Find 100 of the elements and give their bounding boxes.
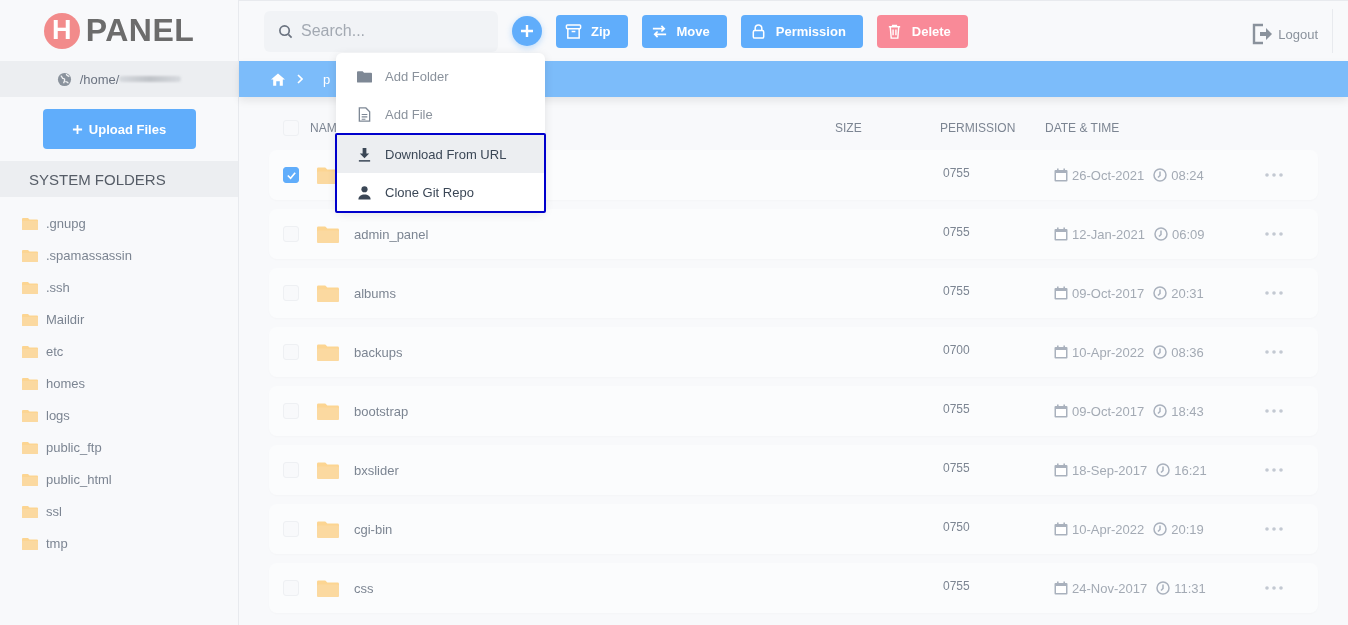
folder-link[interactable]: .gnupg xyxy=(46,215,86,231)
time-text: 16:21 xyxy=(1174,462,1207,478)
clock-icon xyxy=(1156,581,1171,595)
folder-link[interactable]: public_ftp xyxy=(46,439,102,455)
column-header: PERMISSION xyxy=(940,121,1017,135)
zip-button[interactable]: Zip xyxy=(556,14,628,48)
date-text: 26-Oct-2021 xyxy=(1072,167,1145,183)
chevron-icon xyxy=(297,74,303,84)
plus-icon xyxy=(71,123,83,135)
folder-icon xyxy=(22,504,38,518)
column-header: NAM xyxy=(310,121,338,135)
more-icon[interactable] xyxy=(1265,468,1283,472)
folder-icon xyxy=(317,520,339,538)
file-name: backups xyxy=(354,344,403,360)
file-name: bxslider xyxy=(354,462,399,478)
folder-icon xyxy=(317,461,339,479)
upload-files-button[interactable]: Upload Files xyxy=(42,109,196,149)
folder-icon xyxy=(22,248,38,262)
date-text: 18-Sep-2017 xyxy=(1072,462,1148,478)
logo-text: PANEL xyxy=(85,12,195,49)
folder-icon xyxy=(22,344,38,358)
date-text: 10-Apr-2022 xyxy=(1072,344,1145,360)
user-icon xyxy=(357,184,372,200)
permission-text: 0750 xyxy=(943,520,970,534)
more-icon[interactable] xyxy=(1265,173,1283,177)
folder-link[interactable]: .ssh xyxy=(46,279,70,295)
folder-icon xyxy=(317,225,339,243)
calendar-icon xyxy=(1054,286,1068,300)
breadcrumb-link[interactable]: p xyxy=(323,71,331,87)
folder-link[interactable]: tmp xyxy=(46,535,68,551)
logout-button[interactable]: Logout xyxy=(1251,23,1318,45)
more-icon[interactable] xyxy=(1265,291,1283,295)
date-text: 09-Oct-2017 xyxy=(1072,285,1145,301)
permission-text: 0755 xyxy=(943,402,970,416)
folder-link[interactable]: homes xyxy=(46,375,86,391)
menu-item[interactable]: Download From URL xyxy=(337,135,544,173)
date-text: 10-Apr-2022 xyxy=(1072,521,1145,537)
folder-icon xyxy=(22,216,38,230)
folder-link[interactable]: ssl xyxy=(46,503,62,519)
calendar-icon xyxy=(1054,522,1068,536)
add-button[interactable] xyxy=(512,16,542,46)
more-icon[interactable] xyxy=(1265,586,1283,590)
folder-link[interactable]: logs xyxy=(46,407,70,423)
folder-icon xyxy=(317,402,339,420)
folder-icon xyxy=(317,343,339,361)
permission-button[interactable]: Permission xyxy=(740,14,863,48)
menu-item[interactable]: Add Folder xyxy=(336,57,545,95)
logout-icon xyxy=(1251,23,1274,45)
clock-icon xyxy=(1154,227,1168,241)
clock-icon xyxy=(1156,463,1171,477)
archive-icon xyxy=(565,22,582,40)
date-text: 12-Jan-2021 xyxy=(1072,226,1145,242)
calendar-icon xyxy=(1054,168,1068,182)
permission-text: 0755 xyxy=(943,166,970,180)
more-icon[interactable] xyxy=(1265,232,1283,236)
more-icon[interactable] xyxy=(1265,409,1283,413)
clock-icon xyxy=(1153,404,1168,418)
time-text: 08:24 xyxy=(1171,167,1204,183)
calendar-icon xyxy=(1054,227,1068,241)
section-heading: SYSTEM FOLDERS xyxy=(0,161,238,197)
permission-text: 0755 xyxy=(943,579,970,593)
menu-item[interactable]: Add File xyxy=(336,95,545,133)
permission-text: 0755 xyxy=(943,461,970,475)
more-icon[interactable] xyxy=(1265,350,1283,354)
calendar-icon xyxy=(1054,581,1068,595)
search-field[interactable]: Search... xyxy=(264,10,498,52)
folder-icon xyxy=(22,536,38,550)
file-name: css xyxy=(354,580,374,596)
folder-link[interactable]: Maildir xyxy=(46,311,85,327)
clock-icon xyxy=(1153,522,1168,536)
clock-icon xyxy=(1153,286,1168,300)
move-button[interactable]: Move xyxy=(641,14,727,48)
globe-icon xyxy=(56,71,72,87)
permission-text: 0755 xyxy=(943,225,970,239)
folder-icon xyxy=(22,440,38,454)
search-icon xyxy=(278,23,293,39)
folder-link[interactable]: public_html xyxy=(46,471,112,487)
path-text: /home/ xyxy=(79,71,120,87)
file-name: cgi-bin xyxy=(354,521,393,537)
calendar-icon xyxy=(1054,345,1068,359)
permission-text: 0700 xyxy=(943,343,970,357)
delete-button[interactable]: Delete xyxy=(876,14,968,48)
folder-icon xyxy=(22,408,38,422)
folder-icon xyxy=(317,579,339,597)
file-name: albums xyxy=(354,285,396,301)
time-text: 06:09 xyxy=(1172,226,1205,242)
column-header: DATE & TIME xyxy=(1045,121,1120,135)
home-icon[interactable] xyxy=(271,72,285,86)
folder-link[interactable]: etc xyxy=(46,343,64,359)
time-text: 20:19 xyxy=(1171,521,1204,537)
folder-link[interactable]: .spamassassin xyxy=(46,247,132,263)
folder-icon xyxy=(22,280,38,294)
more-icon[interactable] xyxy=(1265,527,1283,531)
time-text: 08:36 xyxy=(1171,344,1204,360)
folder-icon xyxy=(317,284,339,302)
checkbox[interactable] xyxy=(283,167,299,183)
file-name: bootstrap xyxy=(354,403,409,419)
file-icon xyxy=(357,106,372,122)
folder-icon xyxy=(22,376,38,390)
download-icon xyxy=(357,146,372,162)
